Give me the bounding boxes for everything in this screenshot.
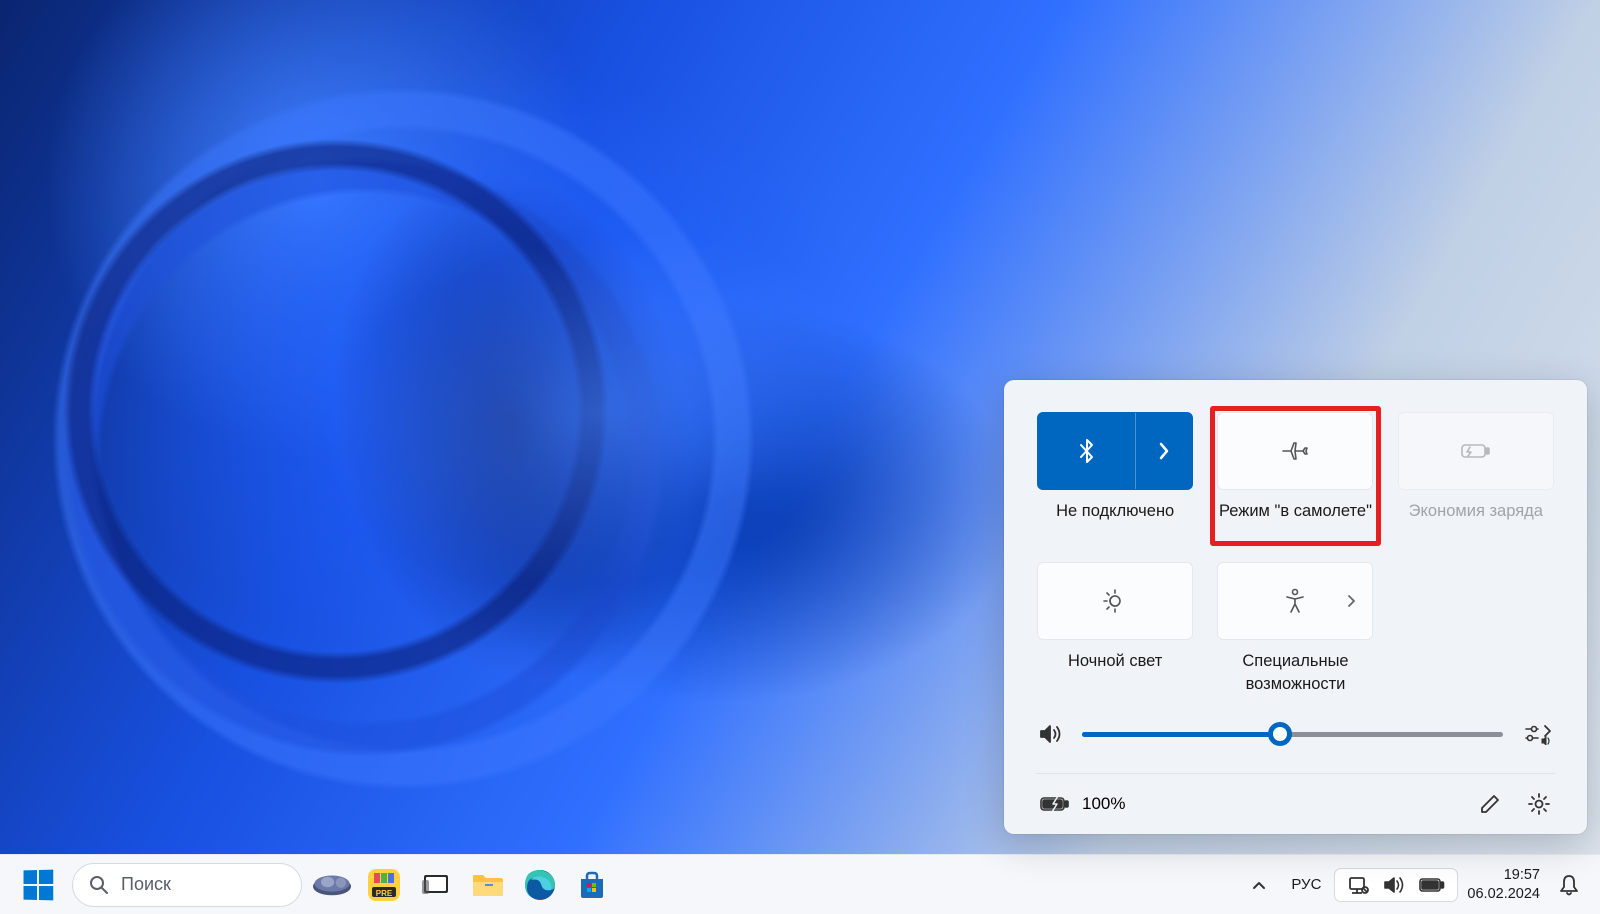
pencil-icon [1479, 793, 1501, 815]
settings-button[interactable] [1527, 792, 1551, 816]
windows-logo-icon [24, 869, 54, 900]
language-indicator[interactable]: РУС [1281, 876, 1331, 893]
quick-tile-airplane[interactable] [1217, 412, 1373, 490]
volume-slider-thumb[interactable] [1268, 722, 1292, 746]
volume-tray-icon [1383, 875, 1405, 895]
tray-overflow-button[interactable] [1241, 879, 1277, 891]
quick-tile-bluetooth-label: Не подключено [1056, 500, 1174, 544]
taskbar-search[interactable]: Поиск [72, 863, 302, 907]
chevron-right-icon [1347, 594, 1356, 608]
quick-tile-battery-saver-wrapper: Экономия заряда [1397, 412, 1555, 544]
battery-status[interactable]: 100% [1040, 794, 1125, 814]
quick-settings-footer: 100% [1036, 773, 1555, 834]
edge-icon [523, 868, 557, 902]
quick-tile-bluetooth[interactable] [1037, 412, 1193, 490]
chevron-up-icon [1251, 879, 1267, 891]
app-icon: PRE [366, 867, 402, 903]
store-icon [576, 869, 608, 901]
quick-settings-panel: Не подключено Режим "в самолете" Экономи… [1004, 380, 1587, 834]
volume-row [1036, 695, 1555, 773]
edit-quick-settings-button[interactable] [1479, 793, 1501, 815]
taskbar-clock[interactable]: 19:57 06.02.2024 [1461, 866, 1546, 904]
gear-icon [1527, 792, 1551, 816]
svg-text:PRE: PRE [376, 889, 393, 898]
volume-icon[interactable] [1038, 723, 1062, 745]
quick-tile-night-light-wrapper: Ночной свет [1036, 562, 1194, 695]
taskbar-explorer[interactable] [466, 863, 510, 907]
taskbar-task-view[interactable] [414, 863, 458, 907]
search-placeholder: Поиск [121, 874, 171, 895]
bell-icon [1558, 873, 1580, 897]
quick-tile-accessibility[interactable] [1217, 562, 1373, 640]
start-button[interactable] [12, 861, 64, 909]
taskbar: Поиск PRE [0, 854, 1600, 914]
chevron-right-icon [1158, 441, 1170, 461]
battery-tray-icon [1419, 877, 1445, 893]
battery-icon [1040, 794, 1070, 814]
quick-tile-bluetooth-wrapper: Не подключено [1036, 412, 1194, 544]
folder-icon [471, 870, 505, 900]
airplane-icon [1281, 439, 1309, 463]
taskbar-store[interactable] [570, 863, 614, 907]
battery-saver-icon [1461, 441, 1491, 461]
network-icon [1347, 875, 1369, 895]
quick-tile-accessibility-wrapper: Специальные возможности [1216, 562, 1374, 695]
bluetooth-toggle[interactable] [1038, 413, 1136, 489]
night-light-icon [1102, 588, 1128, 614]
task-view-icon [421, 870, 451, 900]
quick-tile-night-light-label: Ночной свет [1068, 650, 1162, 694]
quick-tile-battery-saver-label: Экономия заряда [1409, 500, 1543, 544]
accessibility-icon [1283, 588, 1307, 614]
search-icon [89, 875, 109, 895]
taskbar-edge[interactable] [518, 863, 562, 907]
volume-slider-fill [1082, 732, 1280, 737]
taskbar-app-1[interactable] [310, 863, 354, 907]
taskbar-date: 06.02.2024 [1467, 885, 1540, 904]
quick-tile-accessibility-label: Специальные возможности [1216, 650, 1374, 695]
quick-tile-night-light[interactable] [1037, 562, 1193, 640]
quick-tile-battery-saver[interactable] [1398, 412, 1554, 490]
volume-slider[interactable] [1082, 732, 1503, 737]
system-tray[interactable] [1335, 869, 1457, 901]
battery-percent-text: 100% [1082, 794, 1125, 814]
bluetooth-icon [1077, 437, 1097, 465]
quick-settings-grid: Не подключено Режим "в самолете" Экономи… [1036, 412, 1555, 695]
quick-tile-airplane-label: Режим "в самолете" [1219, 500, 1372, 544]
taskbar-pinned-apps: PRE [310, 863, 614, 907]
notifications-button[interactable] [1550, 873, 1588, 897]
bluetooth-expand[interactable] [1136, 413, 1192, 489]
app-icon [310, 867, 354, 903]
quick-tile-airplane-wrapper: Режим "в самолете" [1216, 412, 1374, 544]
volume-output-button[interactable] [1523, 723, 1553, 745]
taskbar-app-2[interactable]: PRE [362, 863, 406, 907]
taskbar-time: 19:57 [1467, 866, 1540, 885]
